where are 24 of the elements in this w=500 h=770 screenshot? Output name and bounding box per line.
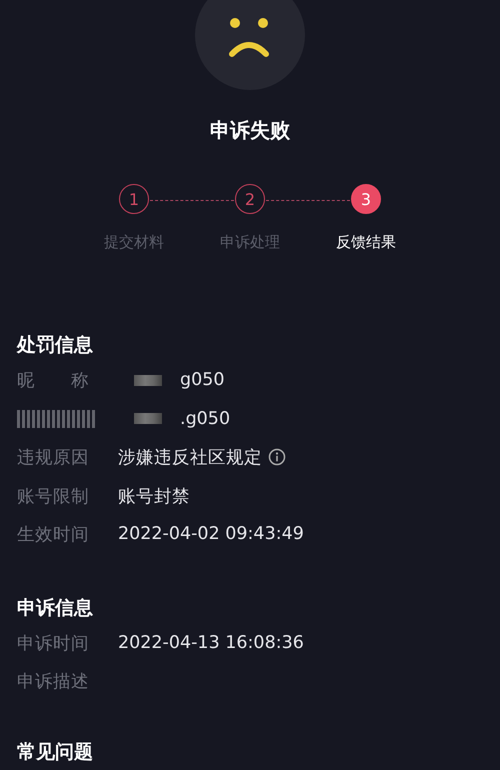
field-value: 2022-04-13 16:08:36 [118,632,304,653]
field-label: 昵 称 [17,370,90,392]
info-icon[interactable] [268,448,286,466]
section-title: 申诉信息 [17,596,94,620]
field-value: g050 [180,370,225,390]
field-label: 申诉时间 [17,632,90,655]
step-label: 申诉处理 [220,233,280,252]
step-number: 1 [119,184,149,214]
step-label: 提交材料 [104,233,164,252]
step-label: 反馈结果 [336,233,396,252]
field-label: 申诉描述 [17,671,90,694]
field-value: .g050 [180,408,230,429]
field-value: 账号封禁 [118,486,190,508]
field-value: 涉嫌违反社区规定 [118,447,262,470]
field-label: 生效时间 [17,524,90,546]
section-title: 常见问题 [17,740,94,764]
section-title: 处罚信息 [17,333,94,358]
field-label: 账号限制 [17,486,90,508]
field-label: 违规原因 [17,447,90,470]
field-value: 2022-04-02 09:43:49 [118,524,304,544]
step-number: 3 [351,184,381,214]
sad-face-icon [195,0,305,90]
step-number: 2 [235,184,265,214]
result-title: 申诉失败 [209,117,291,144]
